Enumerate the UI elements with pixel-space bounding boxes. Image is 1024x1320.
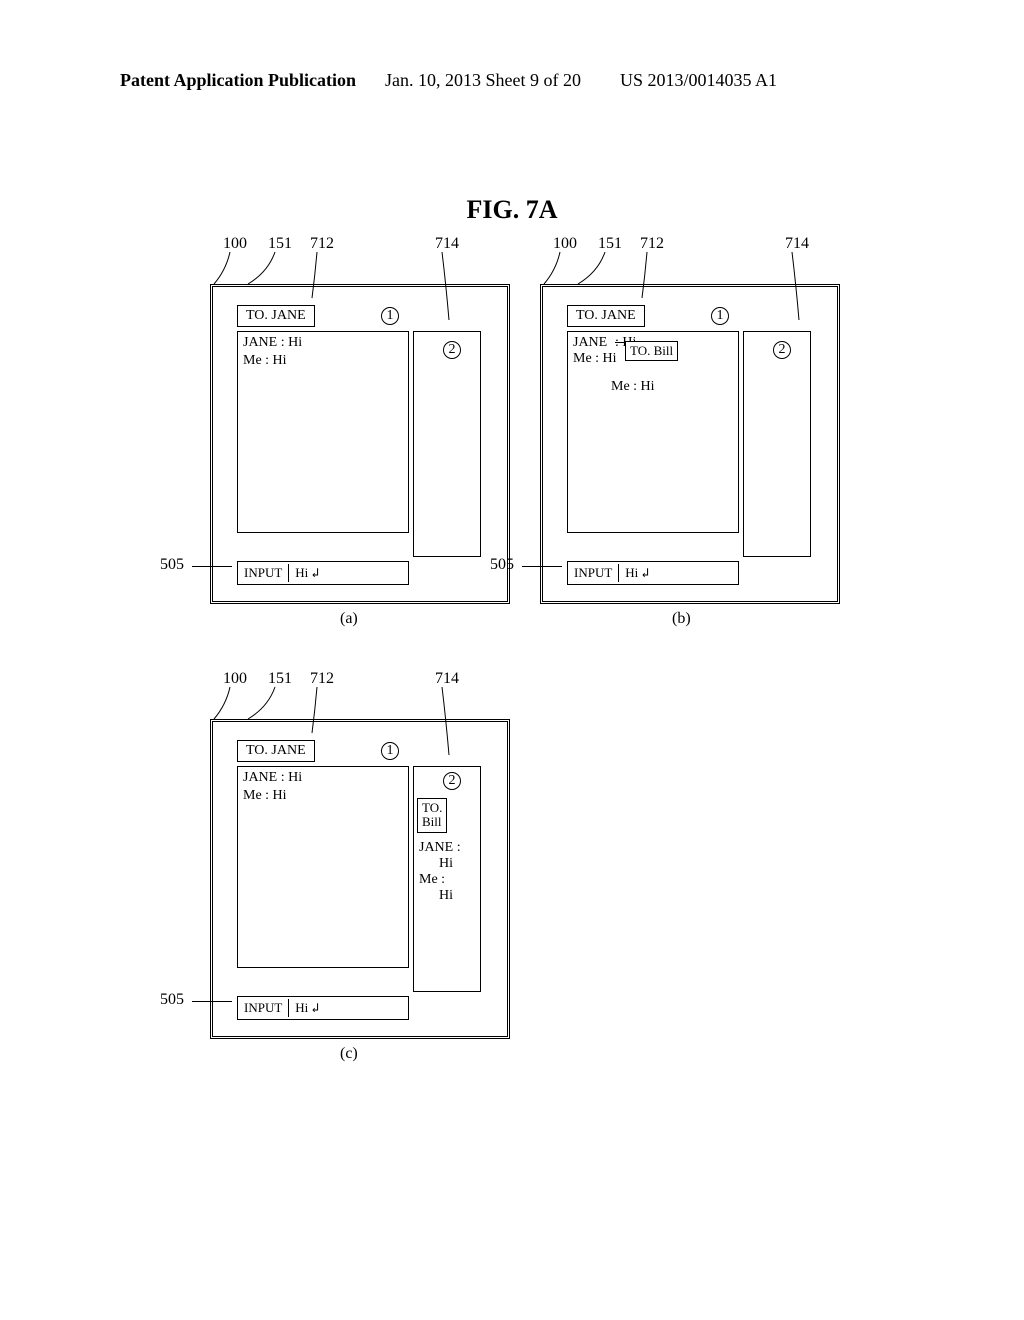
chat-a-line1: JANE : Hi: [243, 335, 302, 351]
ref-714: 714: [435, 235, 459, 253]
input-row-a[interactable]: INPUT Hi ↲: [237, 561, 409, 585]
ref-151-c: 151: [268, 670, 292, 688]
input-text-c: Hi ↲: [289, 999, 325, 1017]
ref-712-b: 712: [640, 235, 664, 253]
enter-icon: ↲: [312, 566, 320, 581]
ref-505-c: 505: [160, 991, 184, 1009]
right-column-b: [743, 331, 811, 557]
panel-c: TO. JANE 1 JANE : Hi Me : Hi 2 TO. Bill …: [210, 719, 510, 1039]
chat-c-left1: JANE : Hi: [243, 770, 302, 786]
input-label-b: INPUT: [568, 564, 619, 582]
chat-b-me2: Me : Hi: [611, 379, 655, 395]
enter-icon-b: ↲: [642, 566, 650, 581]
ref-100-b: 100: [553, 235, 577, 253]
circled-1-a: 1: [381, 307, 399, 325]
ref-100: 100: [223, 235, 247, 253]
ref-151-b: 151: [598, 235, 622, 253]
ref-712-c: 712: [310, 670, 334, 688]
ref-100-c: 100: [223, 670, 247, 688]
input-text-b: Hi ↲: [619, 564, 655, 582]
recipient-box-c: TO. JANE: [237, 740, 315, 762]
sublabel-a: (a): [340, 610, 358, 628]
figure-title: FIG. 7A: [0, 195, 1024, 225]
chat-b-jane: JANE: [573, 335, 607, 351]
circled-1-b: 1: [711, 307, 729, 325]
circled-2-a: 2: [443, 341, 461, 359]
input-row-b[interactable]: INPUT Hi ↲: [567, 561, 739, 585]
header-left: Patent Application Publication: [120, 70, 356, 91]
ref-714-b: 714: [785, 235, 809, 253]
recipient-box-b: TO. JANE: [567, 305, 645, 327]
chat-c-r1b: Hi: [439, 856, 453, 872]
header-mid: Jan. 10, 2013 Sheet 9 of 20: [385, 70, 581, 91]
chat-c-r1: JANE :: [419, 840, 461, 856]
chat-c-left2: Me : Hi: [243, 788, 287, 804]
circled-1-c: 1: [381, 742, 399, 760]
ref-151: 151: [268, 235, 292, 253]
leader-505-b: [522, 566, 562, 568]
ref-505-b: 505: [490, 556, 514, 574]
leader-505-a: [192, 566, 232, 568]
to-bill-stack: TO. Bill: [417, 798, 447, 833]
input-row-c[interactable]: INPUT Hi ↲: [237, 996, 409, 1020]
input-label-a: INPUT: [238, 564, 289, 582]
chat-c-r2b: Hi: [439, 888, 453, 904]
overlay-to-bill: TO. Bill: [625, 341, 678, 361]
sublabel-b: (b): [672, 610, 691, 628]
input-label-c: INPUT: [238, 999, 289, 1017]
recipient-box-a: TO. JANE: [237, 305, 315, 327]
enter-icon-c: ↲: [312, 1001, 320, 1016]
ref-714-c: 714: [435, 670, 459, 688]
chat-c-r2: Me :: [419, 872, 445, 888]
header-right: US 2013/0014035 A1: [620, 70, 777, 91]
right-column-a: [413, 331, 481, 557]
chat-b-me1: Me : Hi: [573, 351, 617, 367]
sublabel-c: (c): [340, 1045, 358, 1063]
circled-2-c: 2: [443, 772, 461, 790]
leader-505-c: [192, 1001, 232, 1003]
ref-505-a: 505: [160, 556, 184, 574]
panel-b: TO. JANE 1 JANE : Hi Me : Hi TO. Bill Me…: [540, 284, 840, 604]
circled-2-b: 2: [773, 341, 791, 359]
chat-a-line2: Me : Hi: [243, 353, 287, 369]
ref-712: 712: [310, 235, 334, 253]
input-text-a: Hi ↲: [289, 564, 325, 582]
panel-a: TO. JANE 1 JANE : Hi Me : Hi 2 INPUT Hi …: [210, 284, 510, 604]
